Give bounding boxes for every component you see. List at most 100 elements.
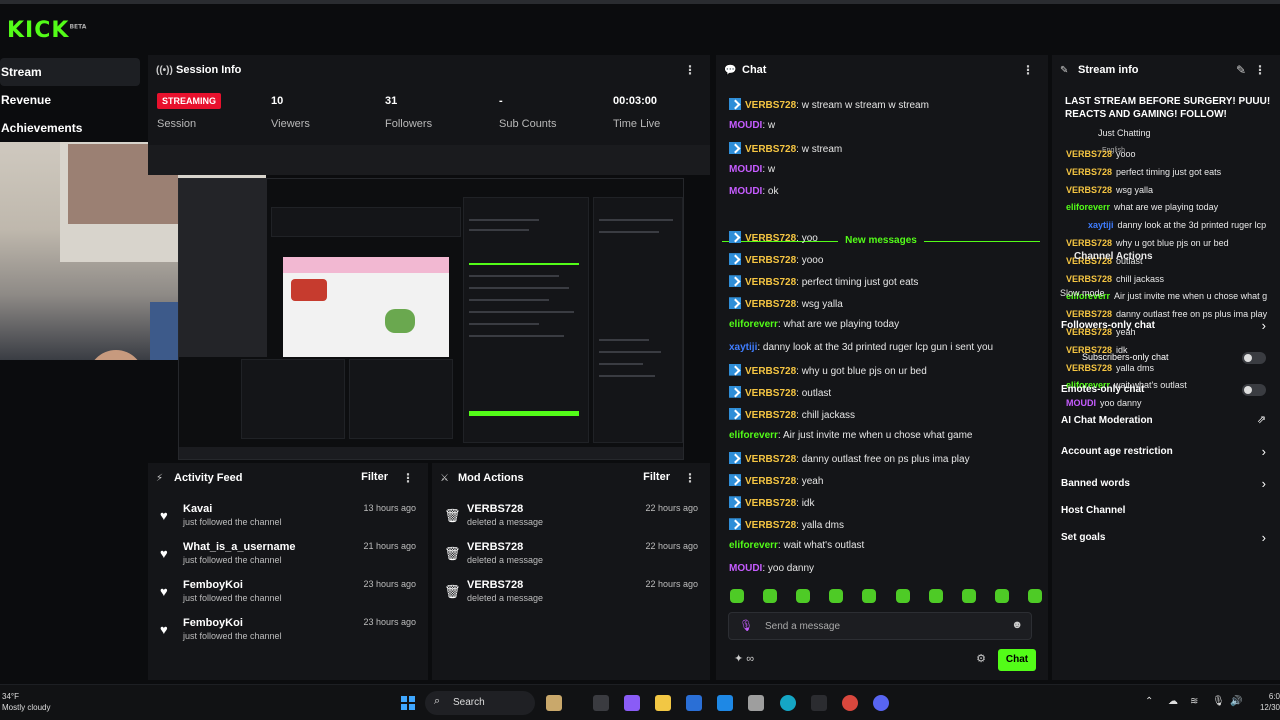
chat-username[interactable]: VERBS728 — [745, 520, 796, 531]
mod-menu-icon[interactable]: ⋮ — [684, 471, 696, 485]
subscribers-only-toggle[interactable] — [1242, 352, 1266, 364]
mic-icon[interactable]: 🎙 — [739, 619, 753, 632]
nav-item-revenue[interactable]: Revenue — [0, 86, 140, 114]
edit-icon[interactable]: ✎ — [1236, 63, 1246, 77]
nav-item-achievements[interactable]: Achievements — [0, 114, 140, 142]
session-info-title: Session Info — [176, 64, 242, 76]
chat-username[interactable]: MOUDI — [729, 563, 762, 574]
chat-username[interactable]: VERBS728 — [745, 299, 796, 310]
taskbar-app-icon[interactable] — [546, 695, 562, 711]
chrome-icon[interactable] — [842, 695, 858, 711]
chat-username[interactable]: VERBS728 — [745, 454, 796, 465]
stream-info-menu-icon[interactable]: ⋮ — [1254, 63, 1266, 77]
activity-item: ♥ FemboyKoi just followed the channel 23 ho… — [160, 579, 416, 603]
emote-icon[interactable] — [862, 589, 877, 603]
emote-icon[interactable] — [928, 589, 943, 603]
followers-only-row[interactable]: Followers-only chat › — [1052, 317, 1280, 337]
chat-username[interactable]: MOUDI — [729, 164, 762, 175]
chat-message: VERBS728: danny outlast free on ps plus … — [729, 452, 970, 465]
weather-widget[interactable]: 34°F Mostly cloudy — [2, 691, 50, 713]
copilot-icon[interactable] — [624, 695, 640, 711]
chat-username[interactable]: VERBS728 — [745, 100, 796, 111]
emote-icon[interactable] — [763, 589, 778, 603]
nav-item-stream[interactable]: Stream — [0, 58, 140, 86]
chat-username[interactable]: eliforeverr — [729, 540, 778, 551]
wifi-icon[interactable]: ≋ — [1190, 696, 1198, 707]
chat-username[interactable]: VERBS728 — [745, 233, 796, 244]
emote-icon[interactable] — [895, 589, 910, 603]
cloud-icon[interactable]: ☁ — [1168, 696, 1178, 707]
taskbar-search[interactable]: ⌕ Search — [425, 691, 535, 715]
emote-icon[interactable] — [994, 589, 1009, 603]
chat-text: why u got blue pjs on ur bed — [801, 365, 927, 377]
overlay-chat-line: VERBS728 chill jackass — [1066, 274, 1164, 284]
emotes-only-toggle[interactable] — [1242, 384, 1266, 396]
ai-moderation-row[interactable]: AI Chat Moderation ⇗ — [1052, 412, 1280, 432]
banned-words-row[interactable]: Banned words › — [1052, 475, 1280, 495]
chat-username[interactable]: VERBS728 — [745, 366, 796, 377]
chat-text: yoo danny — [767, 562, 815, 574]
mail-icon[interactable] — [717, 695, 733, 711]
capcut-icon[interactable] — [811, 695, 827, 711]
emoji-icon[interactable]: ☻ — [1011, 619, 1023, 631]
chat-username[interactable]: eliforeverr — [729, 430, 778, 441]
gear-icon[interactable]: ⚙ — [976, 652, 986, 665]
chat-text: idk — [801, 498, 815, 510]
chat-username[interactable]: VERBS728 — [745, 410, 796, 421]
emote-icon[interactable] — [796, 589, 811, 603]
microphone-icon[interactable]: 🎙 — [1212, 696, 1225, 707]
emote-icon[interactable] — [730, 589, 744, 603]
chat-username[interactable]: VERBS728 — [745, 255, 796, 266]
subscribers-only-row[interactable]: Subscribers-only chat — [1052, 349, 1280, 369]
chat-menu-icon[interactable]: ⋮ — [1022, 63, 1034, 77]
calculator-icon[interactable] — [748, 695, 764, 711]
store-icon[interactable] — [686, 695, 702, 711]
emote-icon[interactable] — [961, 589, 976, 603]
streaming-badge: STREAMING — [157, 93, 221, 109]
file-explorer-icon[interactable] — [655, 695, 671, 711]
kick-logo[interactable]: KICKBETA — [7, 18, 86, 43]
chat-username[interactable]: VERBS728 — [745, 476, 796, 487]
discord-icon[interactable] — [873, 695, 889, 711]
chat-username[interactable]: MOUDI — [729, 186, 762, 197]
emotes-only-row[interactable]: Emotes-only chat — [1052, 381, 1280, 401]
chat-username[interactable]: VERBS728 — [745, 277, 796, 288]
activity-menu-icon[interactable]: ⋮ — [402, 471, 414, 485]
chat-username[interactable]: VERBS728 — [745, 144, 796, 155]
chat-text: perfect timing just got eats — [801, 277, 919, 289]
chat-text: wsg yalla — [801, 299, 843, 311]
verified-badge-icon — [729, 363, 741, 376]
clock[interactable]: 6:0 12/30 — [1260, 691, 1280, 713]
emote-icon[interactable] — [1027, 589, 1042, 603]
set-goals-row[interactable]: Set goals › — [1052, 529, 1280, 549]
chat-messages: New messages VERBS728: w stream w stream… — [716, 79, 1048, 579]
emote-icon[interactable] — [829, 589, 844, 603]
chat-username[interactable]: MOUDI — [729, 120, 762, 131]
chevron-up-icon[interactable]: ⌃ — [1145, 696, 1153, 707]
edge-icon[interactable] — [780, 695, 796, 711]
chat-username[interactable]: eliforeverr — [729, 319, 778, 330]
chat-message: eliforeverr: what are we playing today — [729, 319, 899, 330]
overlay-text: Air just invite me when u chose what g — [1114, 291, 1268, 302]
chat-text: yeah — [801, 476, 824, 488]
verified-badge-icon — [729, 231, 741, 243]
chat-username[interactable]: VERBS728 — [745, 388, 796, 399]
chat-send-button[interactable]: Chat — [998, 649, 1036, 671]
activity-filter-button[interactable]: Filter — [361, 471, 388, 483]
points-icon[interactable]: ✦ ∞ — [734, 652, 754, 665]
chat-message-input[interactable] — [765, 618, 985, 634]
chat-message: VERBS728: outlast — [729, 385, 831, 399]
overlay-chat-line: VERBS728 perfect timing just got eats — [1066, 167, 1221, 177]
chat-username[interactable]: VERBS728 — [745, 498, 796, 509]
age-restriction-row[interactable]: Account age restriction › — [1052, 443, 1280, 463]
chat-username[interactable]: xaytiji — [729, 342, 757, 353]
volume-icon[interactable]: 🔊 — [1230, 696, 1242, 707]
stream-preview[interactable] — [178, 178, 684, 460]
chat-message: MOUDI: w — [729, 164, 775, 175]
verified-badge-icon — [729, 142, 741, 154]
session-menu-icon[interactable]: ⋮ — [684, 63, 696, 77]
start-menu-icon[interactable] — [401, 696, 415, 710]
host-channel-row[interactable]: Host Channel — [1052, 502, 1280, 522]
task-view-icon[interactable] — [593, 695, 609, 711]
mod-filter-button[interactable]: Filter — [643, 471, 670, 483]
